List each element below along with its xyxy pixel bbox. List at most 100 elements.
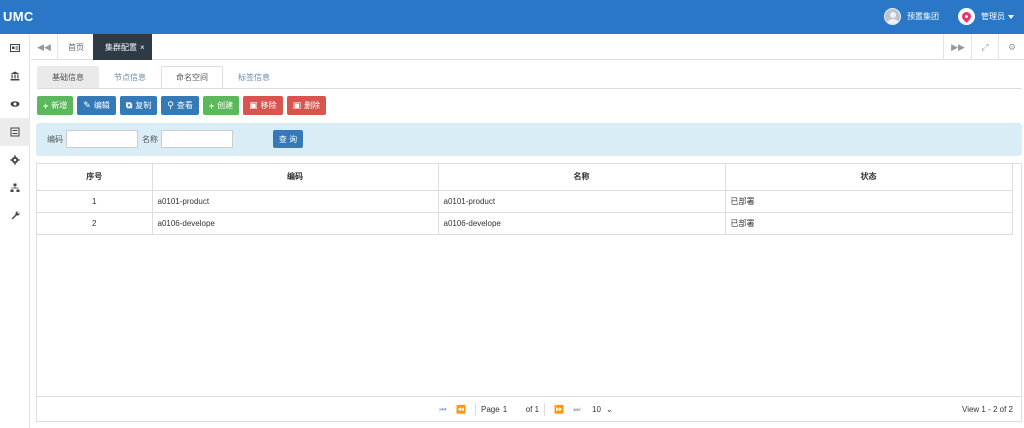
pager: ⏮ ⏪ Page 1 of 1 ⏩ ⏭ 10 ⌄ — [434, 397, 613, 422]
app-logo: UMC — [3, 9, 34, 24]
top-bar: UMC 预置集团 管理员 — [0, 0, 1024, 34]
code-input[interactable] — [66, 130, 138, 148]
tab-settings-button[interactable]: ⚙ — [999, 34, 1024, 60]
delete-button[interactable]: ▣ 删除 — [286, 96, 327, 115]
double-chevron-left-icon: ◀◀ — [37, 41, 51, 52]
view-button-label: 查看 — [176, 101, 193, 110]
table-header-row: 序号 编码 名称 状态 — [37, 164, 1013, 191]
tab-home-label: 首页 — [68, 42, 84, 52]
table-row[interactable]: 1 a0101-product a0101-product 已部署 — [37, 190, 1013, 213]
column-header-status[interactable]: 状态 — [725, 164, 1013, 191]
sidebar-item-sitemap[interactable] — [0, 174, 30, 202]
scroll-left-button[interactable]: ◀◀ — [31, 34, 57, 60]
remove-button-label: 移除 — [260, 101, 277, 110]
column-header-index[interactable]: 序号 — [37, 164, 153, 191]
page-number-input[interactable]: 1 — [500, 403, 522, 416]
plus-icon: + — [208, 100, 215, 111]
sidebar-item-gear[interactable] — [0, 146, 30, 174]
sidebar-item-wrench[interactable] — [0, 202, 30, 230]
column-header-code[interactable]: 编码 — [152, 164, 439, 191]
sidebar-item-list[interactable] — [0, 118, 30, 146]
add-button[interactable]: + 新增 — [37, 96, 74, 115]
caret-down-icon — [1008, 14, 1014, 19]
subtab-divider — [37, 88, 1022, 89]
user-menu[interactable]: 管理员 — [958, 8, 1014, 25]
name-input[interactable] — [161, 130, 233, 148]
next-page-icon[interactable]: ⏩ — [550, 405, 568, 414]
detail-tabs: 基础信息 节点信息 命名空间 标签信息 — [37, 66, 285, 88]
gear-icon: ⚙ — [1007, 41, 1017, 52]
group-selector[interactable]: 预置集团 — [884, 8, 939, 25]
cell-index: 2 — [37, 212, 153, 235]
sidebar-item-id-card[interactable] — [0, 34, 30, 62]
tab-cluster-config-label: 集群配置 — [105, 42, 137, 52]
subtab-label-info[interactable]: 标签信息 — [223, 66, 285, 88]
action-toolbar: + 新增 ✎ 编辑 ⧉ 复制 ⚲ 查看 + 创建 ▣ 移除 ▣ 删除 — [37, 96, 327, 115]
first-page-icon[interactable]: ⏮ — [434, 405, 452, 415]
table-row[interactable]: 2 a0106-develope a0106-develope 已部署 — [37, 212, 1013, 235]
sidebar — [0, 34, 30, 428]
page-total: of 1 — [525, 405, 540, 414]
cell-status: 已部署 — [725, 212, 1013, 235]
delete-button-label: 删除 — [304, 101, 321, 110]
location-pin-icon — [958, 8, 975, 25]
last-page-icon[interactable]: ⏭ — [568, 405, 586, 415]
name-label: 名称 — [142, 135, 158, 144]
cell-status: 已部署 — [725, 190, 1013, 213]
close-icon[interactable]: × — [140, 43, 145, 52]
scroll-right-button[interactable]: ▶▶ — [945, 34, 971, 60]
sidebar-item-eye[interactable] — [0, 90, 30, 118]
prev-page-icon[interactable]: ⏪ — [452, 405, 470, 414]
remove-button[interactable]: ▣ 移除 — [243, 96, 283, 115]
bank-icon — [10, 71, 20, 81]
add-button-label: 新增 — [51, 101, 68, 110]
cell-name: a0101-product — [438, 190, 726, 213]
avatar-icon — [884, 8, 901, 25]
search-icon: ⚲ — [167, 100, 174, 110]
subtab-namespace[interactable]: 命名空间 — [161, 66, 223, 88]
edit-button[interactable]: ✎ 编辑 — [77, 96, 116, 115]
search-button[interactable]: 查 询 — [273, 130, 303, 148]
sitemap-icon — [10, 183, 20, 192]
tab-cluster-config[interactable]: 集群配置 × — [93, 34, 152, 60]
page-size-value: 10 — [592, 405, 601, 414]
subtab-node-info[interactable]: 节点信息 — [99, 66, 161, 88]
pager-divider — [475, 403, 476, 416]
cell-name: a0106-develope — [438, 212, 726, 235]
column-header-name[interactable]: 名称 — [438, 164, 726, 191]
group-name: 预置集团 — [907, 12, 939, 21]
id-card-icon — [10, 44, 20, 52]
cell-code: a0101-product — [152, 190, 439, 213]
view-info: View 1 - 2 of 2 — [962, 405, 1013, 414]
pager-bar: ⏮ ⏪ Page 1 of 1 ⏩ ⏭ 10 ⌄ View 1 - 2 of 2 — [37, 396, 1021, 421]
create-button[interactable]: + 创建 — [202, 96, 240, 115]
page-tab-bar: ◀◀ 首页 集群配置 × ▶▶ ⤢ ⚙ — [31, 34, 1024, 60]
trash-icon: ▣ — [249, 100, 258, 110]
edit-button-label: 编辑 — [93, 101, 110, 110]
expand-icon: ⤢ — [981, 41, 989, 52]
eye-icon — [10, 101, 20, 107]
subtab-basic-info[interactable]: 基础信息 — [37, 66, 99, 88]
list-icon — [10, 127, 20, 137]
tab-divider — [943, 34, 944, 60]
edit-icon: ✎ — [83, 100, 91, 110]
namespace-grid: 序号 编码 名称 状态 1 a0101-product a0101-produc… — [36, 163, 1022, 422]
copy-button-label: 复制 — [135, 101, 152, 110]
sidebar-item-bank[interactable] — [0, 62, 30, 90]
pager-divider — [544, 403, 546, 416]
tab-home[interactable]: 首页 — [58, 34, 94, 60]
chevron-down-icon: ⌄ — [605, 405, 613, 414]
page-size-select[interactable]: 10 ⌄ — [592, 405, 613, 414]
cell-index: 1 — [37, 190, 153, 213]
fullscreen-button[interactable]: ⤢ — [972, 34, 998, 60]
plus-icon: + — [43, 100, 49, 111]
gear-icon — [10, 155, 20, 165]
page-label: Page — [481, 405, 500, 414]
user-name: 管理员 — [981, 12, 1005, 21]
namespace-table: 序号 编码 名称 状态 1 a0101-product a0101-produc… — [37, 164, 1013, 235]
cell-code: a0106-develope — [152, 212, 439, 235]
copy-icon: ⧉ — [125, 100, 133, 110]
view-button[interactable]: ⚲ 查看 — [161, 96, 199, 115]
trash-icon: ▣ — [292, 100, 302, 110]
copy-button[interactable]: ⧉ 复制 — [119, 96, 158, 115]
